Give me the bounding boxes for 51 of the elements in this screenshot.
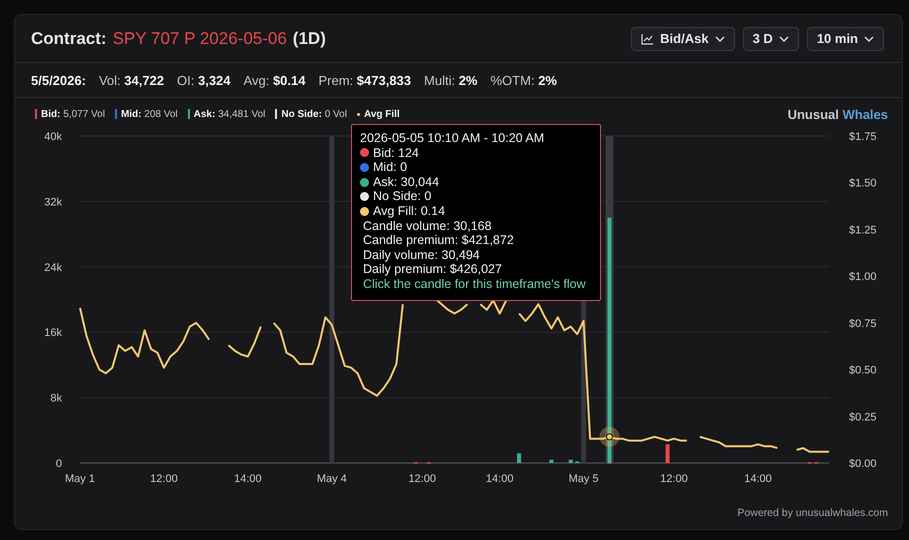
axis-label: 8k: [50, 392, 62, 405]
axis-label: 14:00: [234, 473, 262, 485]
powered-by-text: Powered by unusualwhales.com: [737, 507, 888, 519]
stat-text: Avg: $0.14: [244, 72, 306, 88]
contract-label: Contract:: [31, 28, 107, 48]
tooltip-hint: Click the candle for this timeframe's flow: [362, 276, 587, 292]
axis-label: 0: [56, 458, 62, 470]
legend-label: Mid: 208 Vol: [120, 108, 178, 120]
legend-label: No Side: 0 Vol: [281, 108, 347, 120]
tooltip-line: Candle volume: 30,168: [362, 218, 493, 234]
stats-date: 5/5/2026:: [31, 72, 86, 88]
axis-label: $1.25: [849, 224, 877, 236]
axis-label: $0.75: [849, 318, 877, 330]
axis-label: 12:00: [408, 473, 436, 485]
axis-label: 16k: [44, 327, 62, 340]
legend-label: Ask: 34,481 Vol: [194, 108, 266, 120]
tooltip-value: Ask: 30,044: [373, 174, 440, 190]
legend-label: Avg Fill: [364, 108, 400, 120]
axis-label: $0.00: [849, 458, 877, 470]
tooltip-value: Avg Fill: 0.14: [373, 204, 446, 219]
axis-label: 24k: [44, 262, 62, 274]
tooltip-value: Mid: 0: [373, 160, 408, 175]
tooltip-value: Bid: 124: [373, 146, 419, 160]
legend-label: Bid: 5,077 Vol: [41, 108, 105, 120]
axis-label: $1.75: [849, 131, 877, 143]
axis-label: 12:00: [660, 473, 688, 485]
stat-text: Multi: 2%: [424, 72, 478, 88]
axis-label: $0.50: [849, 364, 877, 377]
axis-label: May 4: [316, 473, 347, 485]
tooltip-line: Candle premium: $421,872: [362, 233, 515, 248]
axis-label: $1.00: [849, 271, 877, 284]
contract-symbol: SPY 707 P 2026-05-06: [112, 28, 287, 48]
tenor-label: (1D): [292, 28, 326, 48]
axis-label: 32k: [44, 196, 62, 208]
brand-logo: Unusual Whales: [788, 106, 888, 122]
axis-label: 14:00: [486, 473, 514, 485]
tooltip-line: Daily volume: 30,494: [362, 248, 481, 262]
axis-label: 40k: [44, 131, 62, 143]
stat-text: Prem: $473,833: [318, 72, 412, 88]
axis-label: 12:00: [150, 473, 178, 485]
tooltip-title: 2026-05-05 10:10 AM - 10:20 AM: [360, 131, 546, 146]
axis-label: $0.25: [849, 411, 877, 424]
stat-text: %OTM: 2%: [490, 72, 557, 88]
axis-label: May 5: [568, 473, 599, 485]
tooltip-line: Daily premium: $426,027: [362, 262, 503, 277]
axis-label: 14:00: [744, 473, 772, 485]
tooltip-value: No Side: 0: [373, 189, 432, 204]
axis-label: $1.50: [849, 178, 877, 190]
stat-text: OI: 3,324: [177, 72, 231, 88]
stat-text: Vol: 34,722: [98, 72, 164, 88]
axis-label: May 1: [65, 473, 95, 485]
